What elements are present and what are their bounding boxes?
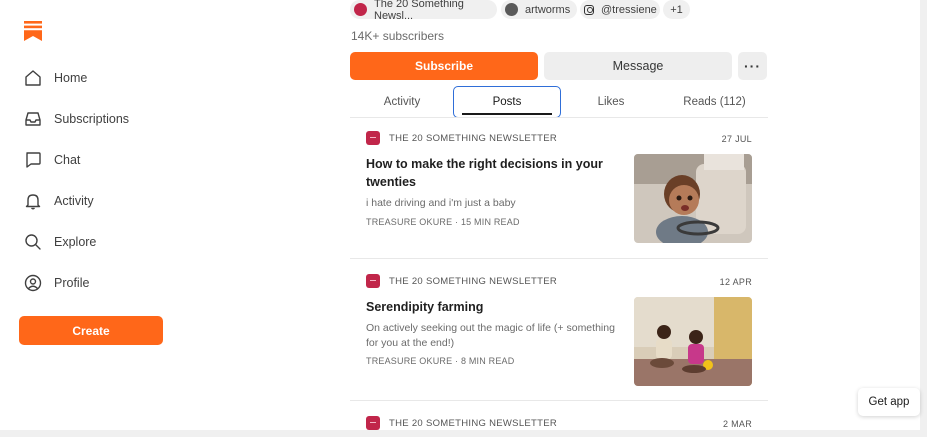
chip-label: +1 xyxy=(670,3,683,16)
page: Home Subscriptions Chat Activity Explore… xyxy=(0,0,920,430)
sidebar-item-label: Profile xyxy=(54,276,90,290)
publication-chip[interactable]: The 20 Something Newsl... xyxy=(350,0,497,22)
post-title[interactable]: Serendipity farming xyxy=(366,298,616,316)
sidebar-item-chat[interactable]: Chat xyxy=(24,148,80,172)
post-divider xyxy=(350,400,768,401)
tab-posts[interactable]: Posts xyxy=(453,86,561,118)
post-date: 27 JUL xyxy=(721,134,752,144)
post-card[interactable]: THE 20 SOMETHING NEWSLETTER 2 MAR xyxy=(350,402,768,430)
publication-name[interactable]: THE 20 SOMETHING NEWSLETTER xyxy=(389,418,557,429)
sidebar-item-label: Subscriptions xyxy=(54,112,130,126)
sidebar-item-label: Explore xyxy=(54,235,97,249)
subscriber-count: 14K+ subscribers xyxy=(351,29,445,43)
post-subtitle: i hate driving and i'm just a baby xyxy=(366,197,516,209)
post-thumbnail[interactable] xyxy=(634,154,752,243)
home-icon xyxy=(24,69,42,87)
chip-label: artworms xyxy=(525,3,571,16)
publication-name[interactable]: THE 20 SOMETHING NEWSLETTER xyxy=(389,276,557,287)
substack-logo-icon[interactable] xyxy=(24,21,42,41)
publication-avatar-icon xyxy=(354,3,367,16)
post-subtitle: On actively seeking out the magic of lif… xyxy=(366,322,615,349)
tab-likes[interactable]: Likes xyxy=(561,86,661,118)
instagram-chip[interactable]: @tressiene xyxy=(580,0,660,19)
profile-icon xyxy=(24,274,42,292)
post-date: 2 MAR xyxy=(722,419,752,429)
more-options-button[interactable]: ··· xyxy=(738,52,767,80)
artworms-chip[interactable]: artworms xyxy=(501,0,577,19)
post-thumbnail[interactable] xyxy=(634,297,752,386)
post-author[interactable]: TREASURE OKURE xyxy=(366,217,452,227)
sidebar-item-label: Chat xyxy=(54,153,81,167)
message-button[interactable]: Message xyxy=(544,52,732,80)
instagram-icon xyxy=(584,4,594,15)
sidebar-item-subscriptions[interactable]: Subscriptions xyxy=(24,107,129,131)
chip-label: @tressiene xyxy=(601,3,657,16)
publication-name[interactable]: THE 20 SOMETHING NEWSLETTER xyxy=(389,133,557,144)
subscribe-button[interactable]: Subscribe xyxy=(350,52,538,80)
publication-icon xyxy=(366,274,380,288)
bell-icon xyxy=(24,192,42,210)
post-read-time: 15 MIN READ xyxy=(460,217,520,227)
meta-separator: · xyxy=(455,356,459,366)
post-title[interactable]: How to make the right decisions in your … xyxy=(366,155,616,191)
chat-icon xyxy=(24,151,42,169)
artworms-avatar-icon xyxy=(505,3,518,16)
create-button[interactable]: Create xyxy=(19,316,163,345)
meta-separator: · xyxy=(455,217,459,227)
post-meta: TREASURE OKURE · 8 MIN READ xyxy=(366,356,514,366)
post-divider xyxy=(350,258,768,259)
post-card[interactable]: THE 20 SOMETHING NEWSLETTER 27 JUL How t… xyxy=(350,118,768,258)
publication-icon xyxy=(366,416,380,430)
post-author[interactable]: TREASURE OKURE xyxy=(366,356,452,366)
tab-activity[interactable]: Activity xyxy=(350,86,454,118)
sidebar-item-explore[interactable]: Explore xyxy=(24,230,96,254)
sidebar-item-profile[interactable]: Profile xyxy=(24,271,89,295)
post-read-time: 8 MIN READ xyxy=(460,356,515,366)
post-date: 12 APR xyxy=(719,277,752,287)
chip-label: The 20 Something Newsl... xyxy=(374,0,464,22)
post-card[interactable]: THE 20 SOMETHING NEWSLETTER 12 APR Seren… xyxy=(350,260,768,400)
sidebar-item-activity[interactable]: Activity xyxy=(24,189,94,213)
sidebar-item-label: Home xyxy=(54,71,88,85)
post-meta: TREASURE OKURE · 15 MIN READ xyxy=(366,217,520,227)
sidebar-item-home[interactable]: Home xyxy=(24,66,87,90)
publication-icon xyxy=(366,131,380,145)
search-icon xyxy=(24,233,42,251)
get-app-button[interactable]: Get app xyxy=(858,388,920,416)
inbox-icon xyxy=(24,110,42,128)
tab-reads[interactable]: Reads (112) xyxy=(661,86,768,118)
more-chip[interactable]: +1 xyxy=(663,0,690,19)
sidebar-item-label: Activity xyxy=(54,194,94,208)
